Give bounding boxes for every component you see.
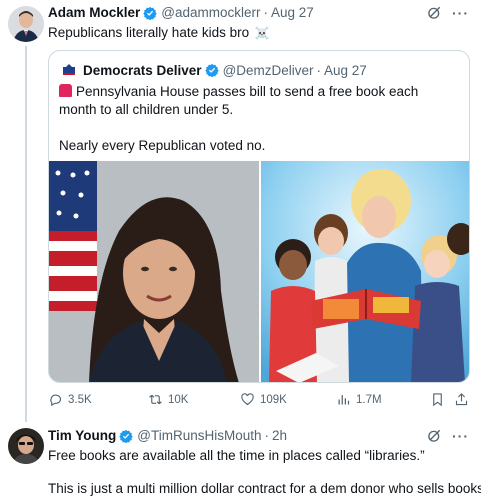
like-button[interactable]: 109K: [240, 392, 287, 407]
verified-badge-icon: [143, 6, 157, 20]
retweet-count: 10K: [168, 393, 189, 406]
tweet-text-line1: Free books are available all the time in…: [48, 448, 425, 463]
more-dots-icon[interactable]: ···: [452, 429, 469, 443]
tweet-text-line2: This is just a multi million dollar cont…: [48, 481, 481, 496]
skull-icon: ☠️: [254, 26, 270, 40]
retweet-icon: [149, 394, 162, 405]
tweet-menu: ···: [427, 428, 469, 443]
avatar-image: [8, 428, 44, 464]
views-button[interactable]: 1.7M: [336, 392, 382, 407]
quoted-tweet-text: Pennsylvania House passes bill to send a…: [59, 83, 459, 173]
tweet-text: Republicans literally hate kids bro ☠️: [48, 24, 467, 42]
author-handle[interactable]: @TimRunsHisMouth: [137, 428, 261, 443]
retweet-button[interactable]: 10K: [148, 392, 188, 407]
tweet-adam-mockler[interactable]: Adam Mockler @adammocklerr · Aug 27 ··· …: [0, 0, 481, 422]
timestamp[interactable]: 2h: [272, 428, 287, 443]
avatar-image: [8, 6, 44, 42]
quoted-text-line2: Nearly every Republican voted no.: [59, 138, 266, 153]
author-name[interactable]: Tim Young: [48, 428, 116, 443]
quoted-tweet-header: Democrats Deliver @DemzDeliver · Aug 27: [61, 62, 367, 78]
reply-count: 3.5K: [68, 393, 92, 406]
bookmark-button[interactable]: [430, 392, 445, 407]
grok-icon[interactable]: [427, 428, 442, 443]
siren-icon: [59, 84, 72, 97]
author-handle[interactable]: @adammocklerr: [161, 5, 260, 20]
quoted-avatar[interactable]: [61, 62, 77, 78]
verified-badge-icon: [204, 63, 219, 77]
bookmark-icon: [433, 393, 442, 407]
action-bar: 3.5K 10K 109K 1.7M: [48, 392, 469, 412]
tweet-header: Tim Young @TimRunsHisMouth · 2h: [48, 428, 287, 443]
reading-photo: [261, 161, 469, 382]
media-image-portrait[interactable]: [49, 161, 259, 382]
quoted-author-name[interactable]: Democrats Deliver: [83, 63, 202, 78]
like-count: 109K: [260, 393, 287, 406]
portrait-photo: [49, 161, 259, 382]
quoted-author-handle[interactable]: @DemzDeliver: [223, 63, 314, 78]
more-dots-icon[interactable]: ···: [452, 6, 469, 20]
separator: ·: [263, 5, 269, 20]
separator: ·: [316, 62, 322, 78]
avatar[interactable]: [8, 6, 44, 42]
share-button[interactable]: [454, 392, 469, 407]
avatar[interactable]: [8, 428, 44, 464]
timestamp[interactable]: Aug 27: [271, 5, 314, 20]
quoted-tweet[interactable]: Democrats Deliver @DemzDeliver · Aug 27 …: [48, 50, 470, 383]
views-count: 1.7M: [356, 393, 382, 406]
reply-icon: [50, 394, 62, 407]
separator: ·: [264, 428, 270, 443]
reply-button[interactable]: 3.5K: [48, 392, 92, 407]
tweet-header: Adam Mockler @adammocklerr · Aug 27: [48, 5, 314, 20]
quoted-text-line1: Pennsylvania House passes bill to send a…: [59, 84, 419, 117]
media-image-reading[interactable]: [261, 161, 469, 382]
tweet-menu: ···: [427, 5, 469, 20]
views-icon: [338, 395, 350, 405]
author-name[interactable]: Adam Mockler: [48, 5, 140, 20]
like-icon: [241, 393, 254, 406]
media-grid: [49, 161, 469, 382]
grok-icon[interactable]: [427, 5, 442, 20]
verified-badge-icon: [119, 429, 133, 443]
share-icon: [455, 393, 468, 406]
tweet-text-content: Republicans literally hate kids bro: [48, 25, 250, 40]
quoted-timestamp[interactable]: Aug 27: [324, 63, 367, 78]
thread-line: [25, 46, 27, 422]
